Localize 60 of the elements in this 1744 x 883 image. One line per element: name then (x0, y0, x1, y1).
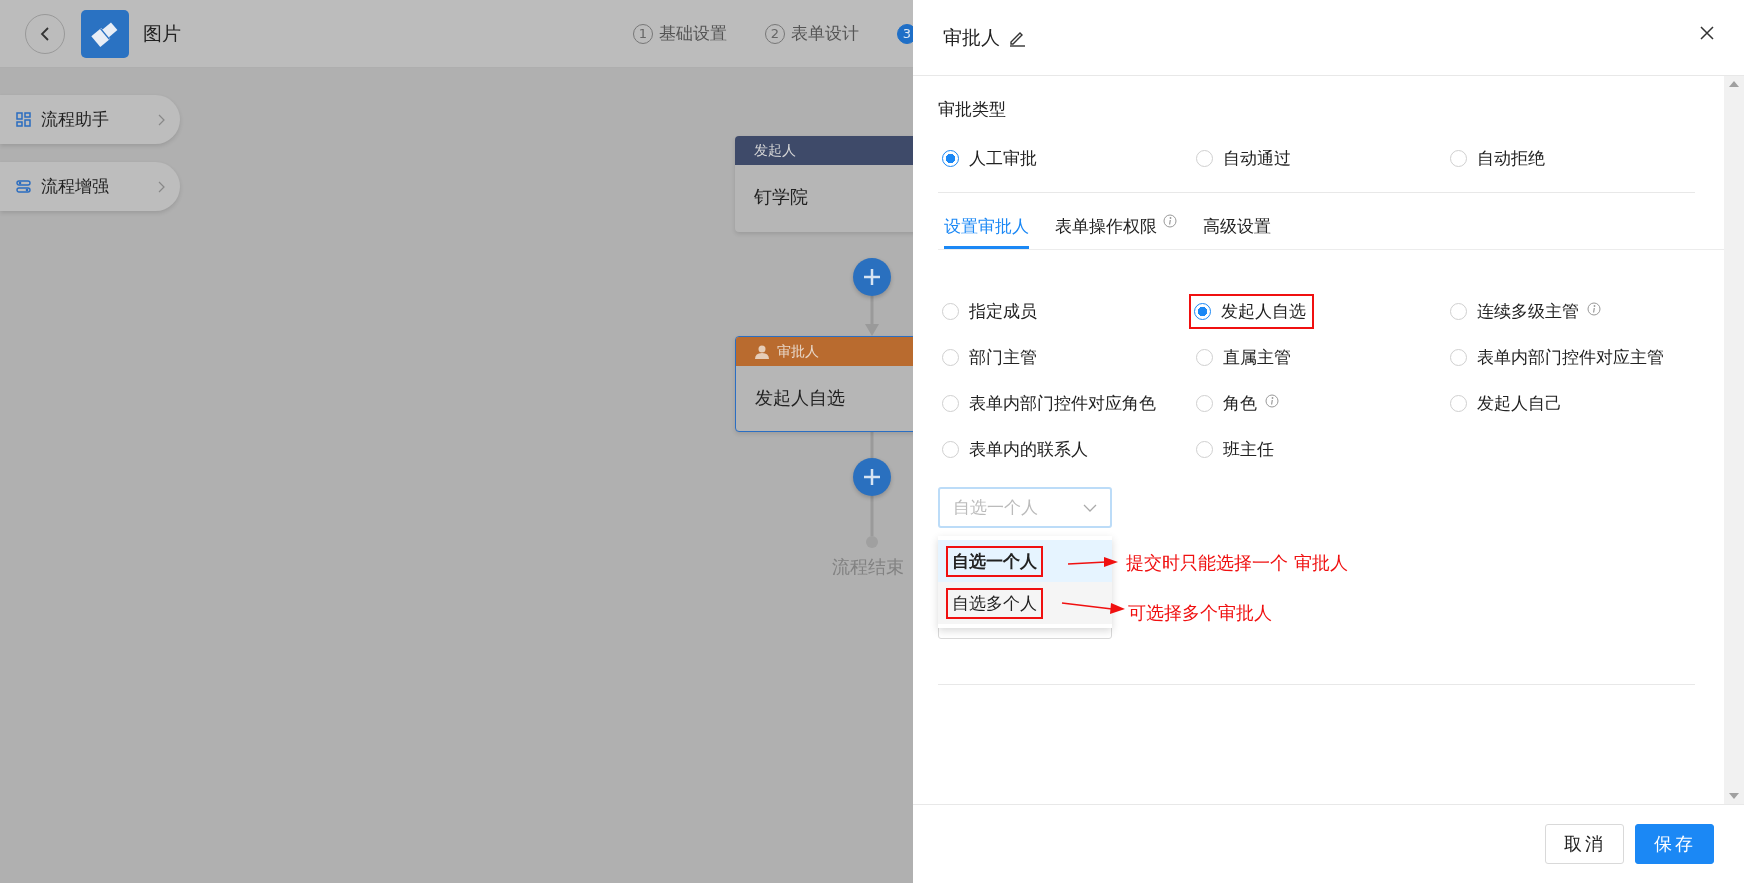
save-button[interactable]: 保存 (1635, 824, 1714, 864)
annotation-arrow (1061, 602, 1125, 614)
radio-option[interactable]: 连续多级主管 (1448, 294, 1609, 329)
chevron-left-icon (39, 25, 51, 42)
tab[interactable]: 高级设置 (1203, 193, 1271, 249)
radio-option[interactable]: 表单内部门控件对应角色 (940, 386, 1164, 421)
close-icon (1700, 25, 1714, 40)
step-tab[interactable]: 2 表单设计 (765, 22, 859, 45)
info-icon (1163, 214, 1177, 228)
sliders-icon (16, 179, 31, 194)
radio-option[interactable]: 指定成员 (940, 294, 1045, 329)
sidebar-item[interactable]: 流程助手 (0, 95, 180, 144)
add-node-button[interactable] (853, 458, 891, 496)
radio-option[interactable]: 表单内的联系人 (940, 432, 1096, 467)
annotation-text: 提交时只能选择一个 审批人 (1126, 551, 1348, 575)
plus-icon (863, 268, 881, 286)
annotation-text: 可选择多个审批人 (1128, 601, 1272, 625)
cancel-button[interactable]: 取消 (1545, 824, 1624, 864)
tab[interactable]: 表单操作权限 (1055, 193, 1177, 249)
chevron-right-icon (158, 180, 166, 193)
add-node-button[interactable] (853, 258, 891, 296)
section-label: 审批类型 (938, 98, 1007, 121)
person-icon (755, 344, 769, 359)
back-button[interactable] (25, 13, 65, 54)
arrow (865, 296, 879, 336)
grid-icon (16, 112, 31, 127)
info-icon (1587, 301, 1601, 316)
step-tab[interactable]: 1 基础设置 (633, 22, 727, 45)
flow-node-card[interactable]: 审批人 发起人自选 (735, 336, 913, 432)
step-number[interactable]: 3 (897, 23, 913, 44)
panel-title: 审批人 (943, 24, 1000, 50)
sidebar-item[interactable]: 流程增强 (0, 162, 180, 211)
dropdown-option[interactable]: 自选一个人 (938, 540, 1112, 582)
radio-option[interactable]: 发起人自选 (1189, 294, 1314, 329)
chevron-right-icon (158, 113, 166, 126)
flow-node-card[interactable]: 发起人 钉学院 (735, 136, 913, 232)
radio-option[interactable]: 角色 (1194, 386, 1287, 421)
app-logo-icon (81, 9, 129, 58)
scrollbar[interactable] (1724, 76, 1744, 804)
radio-option[interactable]: 自动通过 (1194, 141, 1448, 176)
node-body: 钉学院 (753, 185, 809, 209)
tab[interactable]: 设置审批人 (944, 193, 1029, 249)
radio-option[interactable]: 自动拒绝 (1448, 141, 1699, 176)
radio-option[interactable]: 部门主管 (940, 340, 1045, 375)
radio-option[interactable]: 表单内部门控件对应主管 (1448, 340, 1672, 375)
node-header: 审批人 (777, 342, 819, 361)
radio-option[interactable]: 发起人自己 (1448, 386, 1570, 421)
radio-option[interactable]: 人工审批 (940, 141, 1194, 176)
chevron-down-icon (1083, 503, 1097, 512)
radio-option[interactable]: 班主任 (1194, 432, 1282, 467)
app-title: 图片 (143, 20, 181, 46)
scroll-down-icon (1729, 793, 1739, 799)
dropdown-option[interactable]: 自选多个人 (938, 582, 1112, 624)
radio-option[interactable]: 直属主管 (1194, 340, 1299, 375)
info-icon (1265, 393, 1279, 408)
node-header: 发起人 (754, 141, 796, 160)
annotation-arrow (1067, 557, 1118, 567)
node-body: 发起人自选 (754, 386, 846, 410)
scroll-up-icon (1729, 81, 1739, 87)
plus-icon (863, 468, 881, 486)
